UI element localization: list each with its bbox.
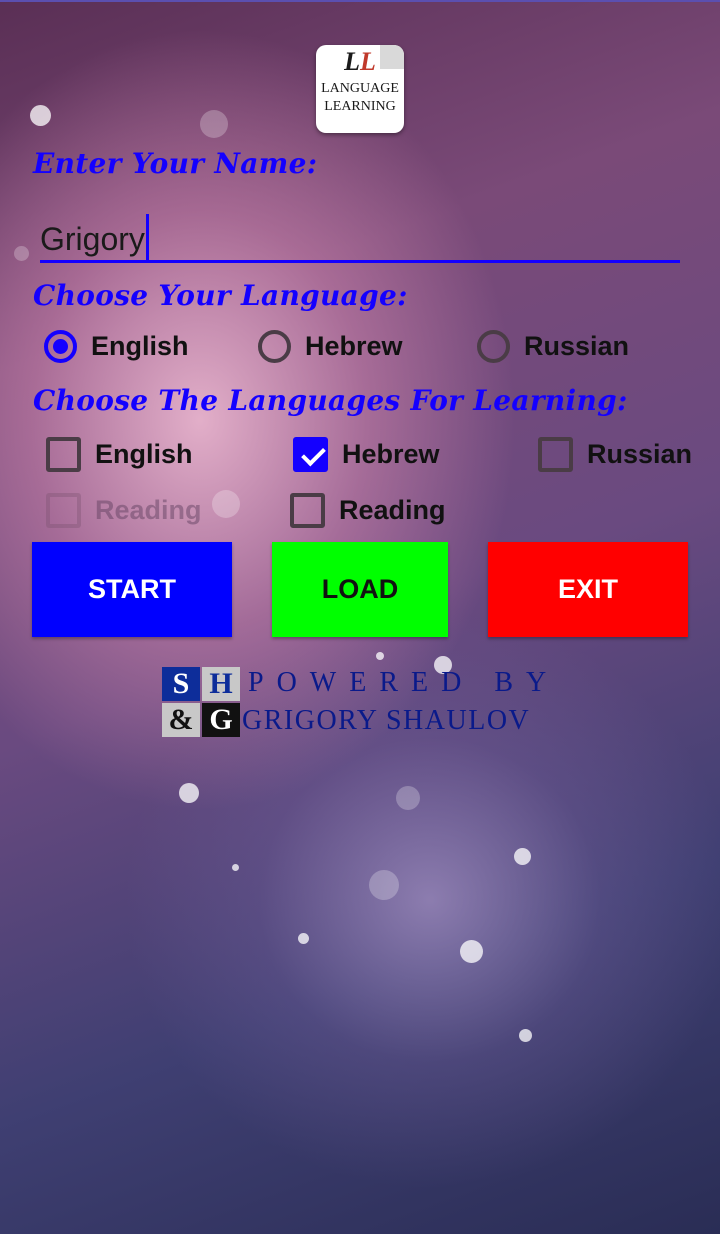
bokeh-dot — [30, 105, 51, 126]
checkbox-english[interactable]: English — [46, 437, 193, 472]
status-line — [0, 0, 720, 2]
checkbox-reading-english: Reading — [46, 493, 202, 528]
checkbox[interactable] — [538, 437, 573, 472]
bokeh-dot — [460, 940, 483, 963]
bokeh-dot — [232, 864, 239, 871]
language-heading: Choose Your Language: — [33, 279, 408, 312]
radio-english[interactable]: English — [44, 330, 189, 363]
bokeh-dot — [200, 110, 228, 138]
checkbox-label: English — [95, 439, 193, 469]
radio-hebrew[interactable]: Hebrew — [258, 330, 403, 363]
checkbox-label: Hebrew — [342, 439, 440, 469]
radio-button[interactable] — [258, 330, 291, 363]
learning-heading: Choose The Languages For Learning: — [33, 384, 628, 417]
name-heading: Enter Your Name: — [33, 147, 318, 180]
logo-letter: S — [162, 667, 200, 701]
logo-letter: H — [202, 667, 240, 701]
name-value: Grigory — [40, 214, 149, 260]
powered-by-banner: S H & G POWERED BY GRIGORY SHAULOV — [160, 665, 560, 743]
logo-letter: G — [202, 703, 240, 737]
exit-button[interactable]: EXIT — [488, 542, 688, 637]
checkbox[interactable] — [46, 437, 81, 472]
logo-monogram: LL — [344, 47, 376, 76]
powered-by-text: POWERED BY — [248, 667, 560, 698]
bokeh-dot — [14, 246, 29, 261]
checkbox-hebrew[interactable]: Hebrew — [293, 437, 440, 472]
load-button[interactable]: LOAD — [272, 542, 448, 637]
name-input[interactable]: Grigory — [40, 202, 680, 263]
bokeh-dot — [298, 933, 309, 944]
bokeh-dot — [514, 848, 531, 865]
bokeh-dot — [396, 786, 420, 810]
checkbox-label: Reading — [339, 495, 446, 525]
logo-text-learning: LEARNING — [324, 99, 396, 114]
radio-button[interactable] — [44, 330, 77, 363]
bokeh-dot — [212, 490, 240, 518]
checkbox[interactable] — [290, 493, 325, 528]
checkbox[interactable] — [293, 437, 328, 472]
checkbox-reading-hebrew[interactable]: Reading — [290, 493, 446, 528]
bokeh-dot — [369, 870, 399, 900]
app-logo: LL LANGUAGE LEARNING — [316, 45, 404, 133]
radio-button[interactable] — [477, 330, 510, 363]
bokeh-dot — [179, 783, 199, 803]
checkbox-label: Russian — [587, 439, 693, 469]
logo-text-language: LANGUAGE — [321, 81, 399, 96]
radio-label: Russian — [524, 331, 630, 361]
bokeh-dot — [376, 652, 384, 660]
radio-label: English — [91, 331, 189, 361]
radio-label: Hebrew — [305, 331, 403, 361]
start-button[interactable]: START — [32, 542, 232, 637]
text-caret — [145, 214, 149, 260]
logo-letter: & — [162, 703, 200, 737]
radio-russian[interactable]: Russian — [477, 330, 629, 363]
shg-logo: S H & G — [160, 665, 242, 741]
checkbox-label: Reading — [95, 495, 202, 525]
bokeh-dot — [519, 1029, 532, 1042]
checkbox — [46, 493, 81, 528]
checkbox-russian[interactable]: Russian — [538, 437, 692, 472]
author-name: GRIGORY SHAULOV — [242, 705, 531, 736]
